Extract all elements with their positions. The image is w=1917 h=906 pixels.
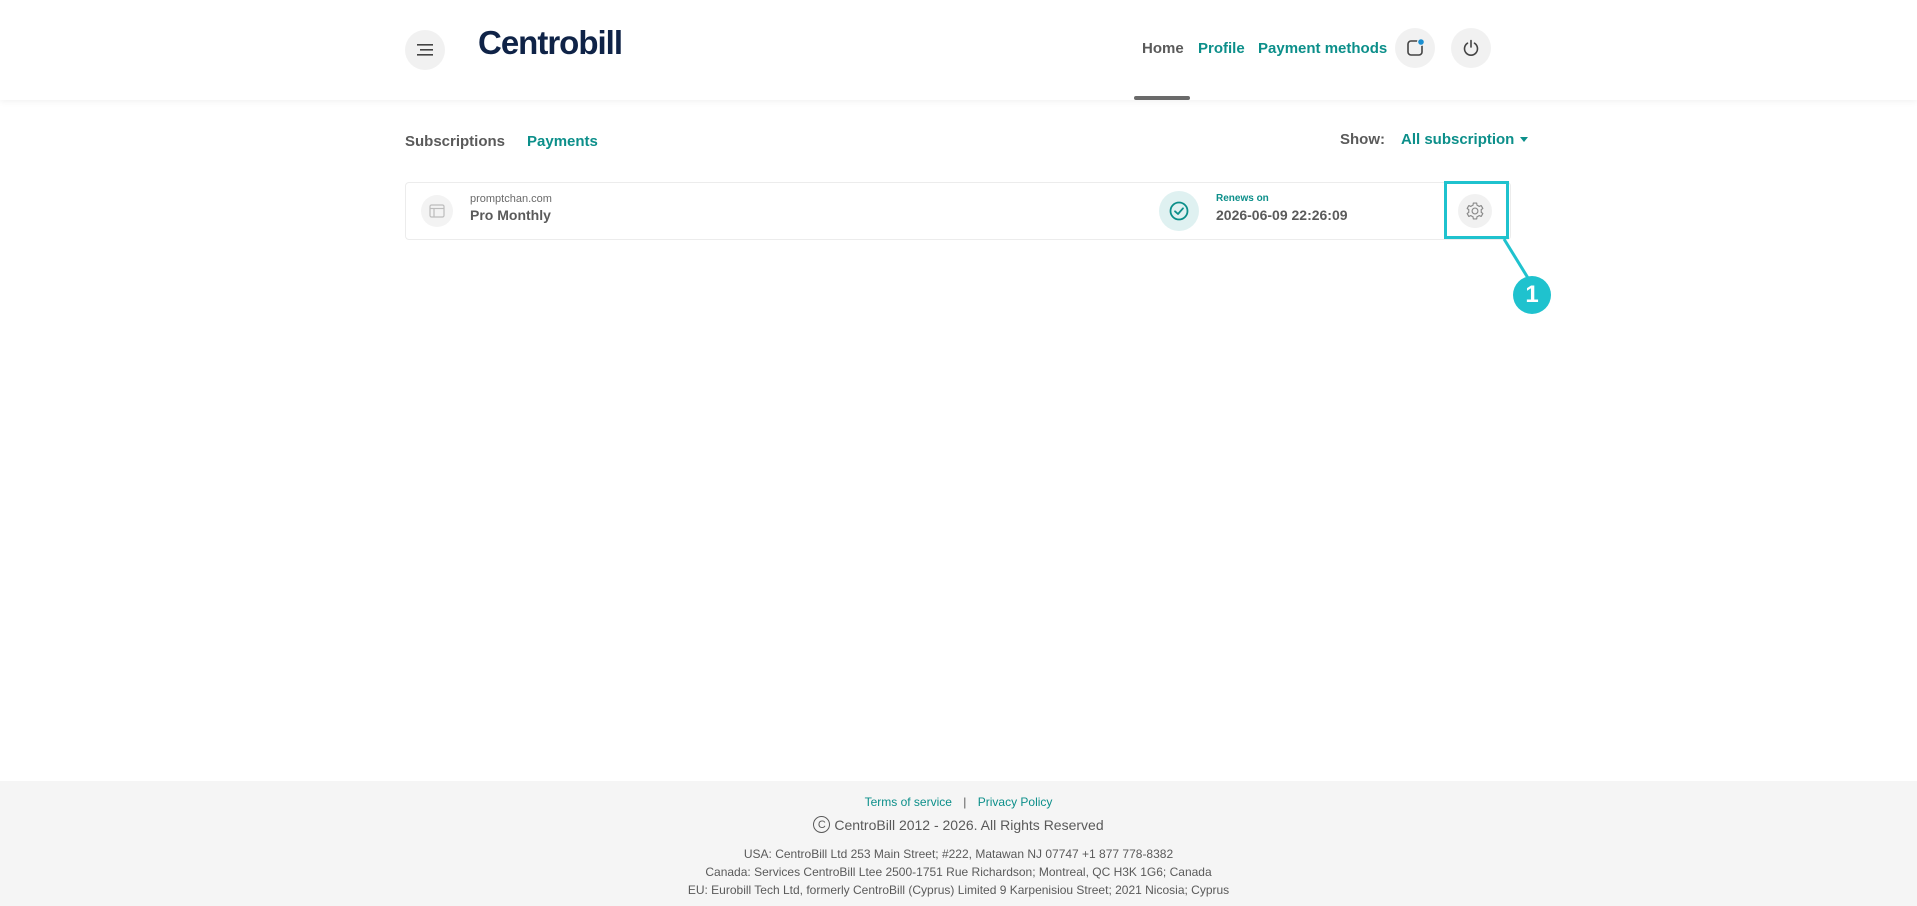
footer-links: Terms of service | Privacy Policy bbox=[0, 795, 1917, 809]
subscription-filter-dropdown[interactable]: All subscription bbox=[1401, 131, 1529, 148]
filter-selected-value: All subscription bbox=[1401, 131, 1515, 148]
logo[interactable]: Centrobill bbox=[478, 24, 623, 62]
filter-label: Show: bbox=[1340, 131, 1385, 148]
renews-label: Renews on bbox=[1216, 193, 1269, 204]
notification-button[interactable] bbox=[1395, 28, 1435, 68]
address-canada: Canada: Services CentroBill Ltee 2500-17… bbox=[705, 865, 1212, 879]
power-icon bbox=[1463, 39, 1479, 56]
nav-home[interactable]: Home bbox=[1142, 40, 1184, 57]
nav-profile[interactable]: Profile bbox=[1198, 40, 1245, 57]
annotation-highlight-box bbox=[1444, 181, 1509, 239]
menu-button[interactable] bbox=[405, 30, 445, 70]
footer: Terms of service | Privacy Policy C Cent… bbox=[0, 781, 1917, 906]
renews-date: 2026-06-09 22:26:09 bbox=[1216, 207, 1348, 223]
tab-payments[interactable]: Payments bbox=[527, 133, 598, 150]
subscription-site: promptchan.com bbox=[470, 193, 552, 205]
chevron-down-icon bbox=[1520, 137, 1529, 142]
subscription-card: promptchan.com Pro Monthly Renews on 202… bbox=[405, 182, 1511, 240]
tab-subscriptions[interactable]: Subscriptions bbox=[405, 133, 505, 150]
site-placeholder-icon bbox=[421, 195, 453, 227]
address-eu: EU: Eurobill Tech Ltd, formerly CentroBi… bbox=[687, 883, 1230, 897]
copyright-icon: C bbox=[813, 816, 831, 833]
address-usa: USA: CentroBill Ltd 253 Main Street; #22… bbox=[743, 847, 1174, 861]
copyright-text: CentroBill 2012 - 2026. All Rights Reser… bbox=[834, 816, 1104, 833]
terms-of-service-link[interactable]: Terms of service bbox=[865, 795, 952, 809]
active-nav-indicator bbox=[1134, 96, 1190, 100]
notification-icon bbox=[1407, 38, 1425, 56]
nav-payment-methods[interactable]: Payment methods bbox=[1258, 40, 1387, 57]
menu-icon bbox=[417, 44, 433, 56]
footer-separator: | bbox=[963, 795, 967, 809]
header: Centrobill Home Profile Payment methods bbox=[0, 0, 1917, 100]
copyright: C CentroBill 2012 - 2026. All Rights Res… bbox=[0, 816, 1917, 833]
privacy-policy-link[interactable]: Privacy Policy bbox=[978, 795, 1053, 809]
logout-button[interactable] bbox=[1451, 28, 1491, 68]
active-status-icon bbox=[1159, 191, 1199, 231]
subscription-plan: Pro Monthly bbox=[470, 207, 551, 223]
annotation-connector bbox=[1502, 238, 1530, 279]
annotation-badge: 1 bbox=[1513, 276, 1551, 314]
